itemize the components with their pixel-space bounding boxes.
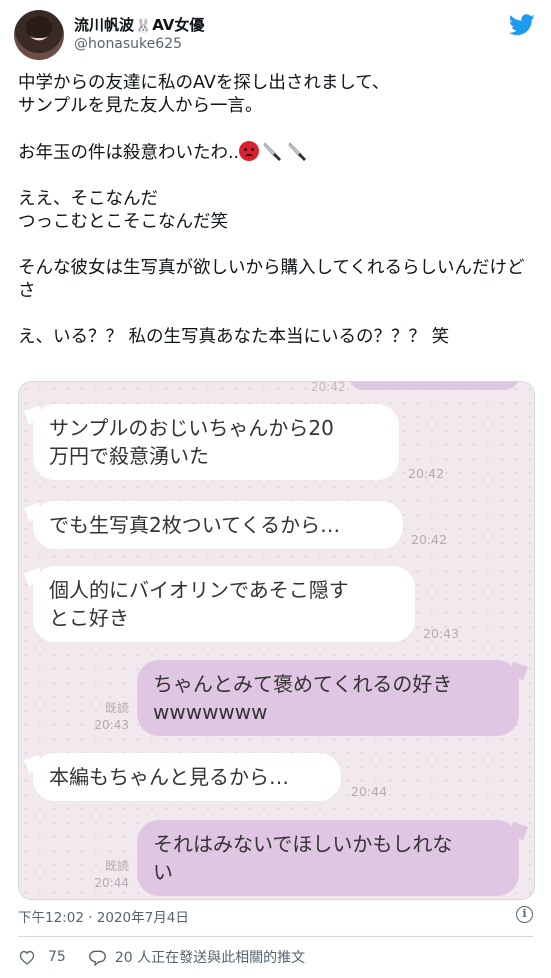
chat-read-receipt: 既読 20:44 — [81, 858, 129, 892]
chat-bubble-right: ちゃんとみて褒めてくれるの好き wwwwwww — [137, 660, 519, 736]
divider — [18, 936, 533, 937]
chat-time: 20:43 — [94, 718, 129, 732]
chat-message-text: 本編もちゃんと見るから… — [49, 765, 289, 789]
tweet-paragraph-4: そんな彼女は生写真が欲しいから購入してくれるらしいんだけどさ — [18, 258, 525, 301]
chat-time: 20:42 — [408, 466, 445, 481]
display-name-part1: 流川帆波 — [74, 16, 135, 34]
chat-message-text: ちゃんとみて褒めてくれるの好き wwwwwww — [153, 672, 453, 724]
chat-time: 20:44 — [351, 784, 388, 799]
avatar[interactable] — [14, 10, 64, 60]
rabbit-emoji: 🐰 — [135, 19, 152, 34]
heart-icon[interactable] — [18, 949, 36, 965]
like-count[interactable]: 75 — [48, 949, 66, 965]
knife-emoji — [288, 142, 307, 161]
user-handle[interactable]: @honasuke625 — [74, 36, 182, 52]
chat-message-text: それはみないでほしいかもしれな い — [153, 832, 453, 884]
chat-message-text: サンプルのおじいちゃんから20 万円で殺意湧いた — [49, 416, 334, 468]
chat-screenshot-image[interactable]: 20:42 サンプルのおじいちゃんから20 万円で殺意湧いた 20:42 でも生… — [18, 381, 535, 900]
related-tweets-link[interactable]: 20 人正在發送與此相關的推文 — [115, 947, 305, 967]
chat-message-text: 個人的にバイオリンであそこ隠す とこ好き — [49, 578, 349, 630]
read-label: 既読 — [104, 859, 129, 873]
tweet-text: 中学からの友達に私のAVを探し出されまして、 サンプルを見た友人から一言。 お年… — [18, 72, 538, 349]
knife-emoji — [263, 142, 282, 161]
tweet-footer: 75 20 人正在發送與此相關的推文 — [18, 947, 305, 967]
chat-bubble-left: サンプルのおじいちゃんから20 万円で殺意湧いた — [33, 404, 399, 480]
chat-bubble-left: 本編もちゃんと見るから… — [33, 753, 341, 801]
tweet-paragraph-5: え、いる？？ 私の生写真あなた本当にいるの？？？ 笑 — [18, 327, 450, 347]
tweet-paragraph-3: ええ、そこなんだ つっこむとこそこなんだ笑 — [18, 189, 228, 232]
chat-time: 20:44 — [94, 876, 129, 890]
chat-bubble-left: でも生写真2枚ついてくるから… — [33, 501, 403, 549]
reply-icon[interactable] — [88, 949, 107, 966]
chat-time: 20:43 — [423, 626, 460, 641]
display-name-part2: AV女優 — [152, 16, 205, 34]
read-label: 既読 — [104, 701, 129, 715]
chat-bubble-partial — [349, 382, 519, 390]
tweet-paragraph-2-text: お年玉の件は殺意わいたわ.. — [18, 143, 240, 163]
chat-bubble-right: それはみないでほしいかもしれな い — [137, 820, 519, 896]
tweet-paragraph-1: 中学からの友達に私のAVを探し出されまして、 サンプルを見た友人から一言。 — [18, 73, 390, 116]
display-name[interactable]: 流川帆波🐰AV女優 — [74, 14, 204, 35]
chat-read-receipt: 既読 20:43 — [81, 700, 129, 734]
tweet-timestamp[interactable]: 下午12:02 · 2020年7月4日 — [18, 906, 189, 926]
angry-face-emoji — [239, 141, 260, 161]
tweet-header: 流川帆波🐰AV女優 @honasuke625 — [0, 0, 551, 70]
twitter-bird-icon[interactable] — [509, 14, 535, 36]
chat-time-partial: 20:42 — [311, 381, 346, 394]
chat-message-text: でも生写真2枚ついてくるから… — [49, 513, 341, 537]
chat-time: 20:42 — [411, 532, 448, 547]
chat-bubble-left: 個人的にバイオリンであそこ隠す とこ好き — [33, 566, 415, 642]
tweet-paragraph-2: お年玉の件は殺意わいたわ.. — [18, 141, 538, 165]
info-icon[interactable]: i — [516, 906, 533, 923]
